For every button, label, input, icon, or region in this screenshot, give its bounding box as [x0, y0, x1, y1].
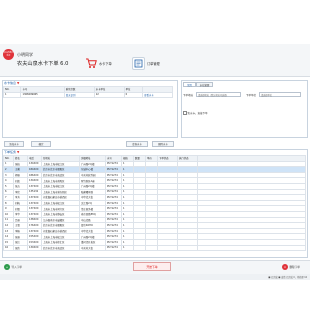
- table-cell: 中关村大街: [79, 244, 106, 252]
- app-logo: 中山市新力电子: [3, 49, 14, 60]
- orders-table: NO. 姓名 电话 住地址 详细地址 水号 规格 数量 单价 下单状态 执行状态 1 张柏 134XXX…: [3, 155, 306, 252]
- table-row[interactable]: 1 1368499065 暂无识别 12 0 查看水卡: [2, 91, 173, 99]
- logo-text: 中山市新力电子: [3, 52, 14, 57]
- import-icon: +: [4, 264, 10, 270]
- query-card-button[interactable]: 查询水卡: [126, 141, 148, 147]
- add-card-button[interactable]: 添加水卡: [4, 141, 24, 147]
- table-cell: 16: [3, 244, 14, 252]
- import-order-button[interactable]: + 导入下单: [4, 263, 22, 271]
- no-card-check[interactable]: 免水卡，直接下单: [183, 111, 208, 115]
- manage-toolbar-label: 订单管理: [147, 62, 160, 66]
- start-order-button[interactable]: 开始下单: [133, 262, 171, 271]
- table-cell: [177, 244, 198, 252]
- address-panel: [181, 80, 308, 138]
- confirm-button[interactable]: 确定: [31, 141, 51, 147]
- table-cell: [197, 244, 306, 252]
- table-cell[interactable]: 查看水卡: [142, 91, 173, 99]
- delete-icon: ×: [282, 264, 288, 270]
- table-cell: [157, 244, 178, 252]
- checkbox[interactable]: [183, 111, 187, 115]
- table-cell: 130XXX: [27, 244, 42, 252]
- order-manage-icon: [132, 57, 145, 70]
- unit-label: 下单单位: [246, 94, 257, 97]
- cards-panel-title: 水卡信息 ▼: [4, 81, 20, 85]
- table-row[interactable]: 16 张伟 130XXX 北京市北京市海淀区 中关村大街 PUY1274 1: [3, 244, 306, 252]
- tab-common[interactable]: 常用: [183, 82, 196, 87]
- table-cell: [133, 244, 146, 252]
- status-bar: ■ 已完成 ■ 出错 已完成 0，待处理 16: [0, 274, 310, 280]
- orders-panel-title: 下单任务 ▼: [4, 150, 20, 154]
- cart-icon: [84, 57, 97, 70]
- checkbox-label: 免水卡，直接下单: [187, 112, 208, 115]
- order-toolbar-button[interactable]: 水卡下单: [84, 55, 112, 72]
- import-label: 导入下单: [11, 266, 22, 269]
- table-cell: 1368499065: [20, 91, 65, 99]
- app-subtitle: 小明同学: [17, 52, 33, 57]
- table-cell: [145, 244, 158, 252]
- table-cell: 1: [121, 244, 134, 252]
- status-text: ■ 已完成 ■ 出错 已完成 0，待处理 16: [268, 276, 307, 279]
- delete-card-button[interactable]: 删除水卡: [152, 141, 174, 147]
- table-cell: 0: [123, 91, 144, 99]
- app-title: 农夫山泉水卡下单 6.0: [17, 61, 69, 67]
- order-toolbar-label: 水卡下单: [99, 62, 112, 66]
- table-cell: 张伟: [13, 244, 28, 252]
- table-cell: PUY1274: [105, 244, 122, 252]
- table-cell: 12: [93, 91, 125, 99]
- table-cell: 北京市北京市海淀区: [41, 244, 80, 252]
- table-cell: 暂无识别: [63, 91, 95, 99]
- clear-order-button[interactable]: × 删除下单: [282, 263, 300, 271]
- clear-label: 删除下单: [289, 266, 300, 269]
- address-select[interactable]: 请选择地址（默认地址可选择）: [196, 92, 241, 97]
- tab-station-manage[interactable]: 水站管理: [196, 82, 213, 87]
- cards-table: NO. 卡号 剩余次数 水卡单位 单位 1 1368499065 暂无识别 12 0 查看水卡: [2, 86, 173, 99]
- address-label: 下单地址: [183, 94, 194, 97]
- address-tabs: 常用 水站管理: [183, 82, 213, 87]
- unit-select[interactable]: 请选择单位: [259, 92, 301, 97]
- manage-toolbar-button[interactable]: 订单管理: [132, 55, 160, 72]
- table-cell: 1: [2, 91, 22, 99]
